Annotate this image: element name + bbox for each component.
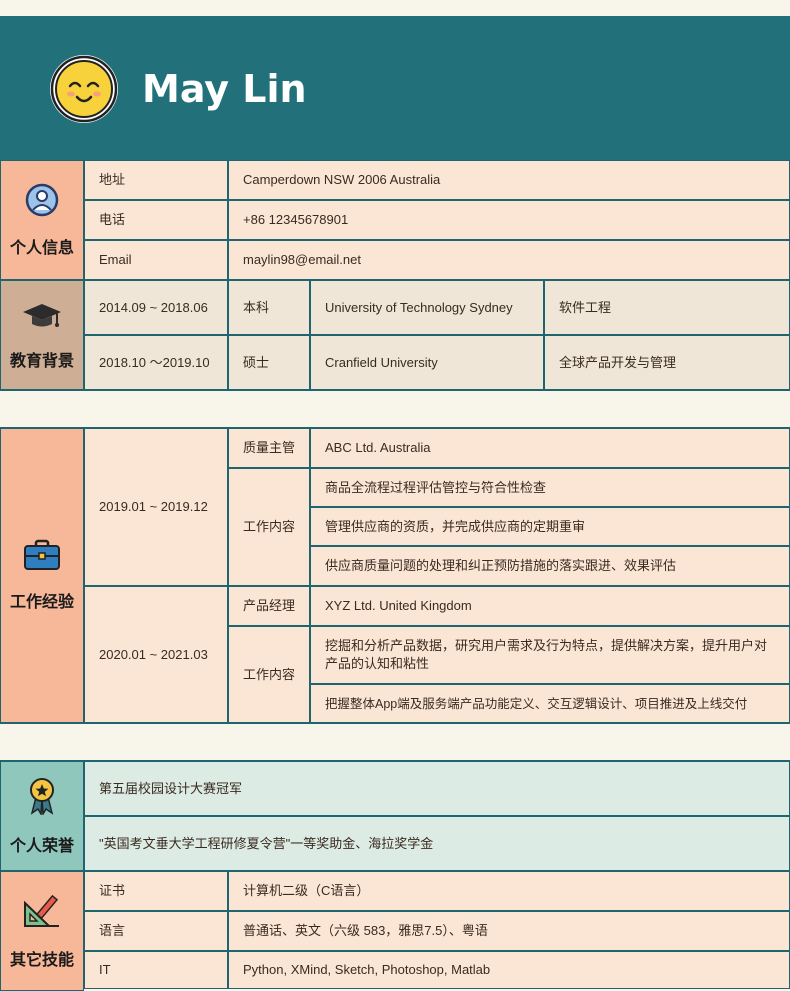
edu-period: 2014.09 ~ 2018.06: [84, 280, 228, 335]
phone-label: 电话: [84, 200, 228, 240]
header-banner: [0, 16, 790, 160]
edu-school: University of Technology Sydney: [310, 280, 544, 335]
job-duty: 供应商质量问题的处理和纠正预防措施的落实跟进、效果评估: [310, 546, 790, 586]
job-period: 2019.01 ~ 2019.12: [84, 428, 228, 586]
user-icon: [25, 183, 59, 222]
work-category: 工作经验: [0, 428, 84, 723]
honor-item: 第五届校园设计大赛冠军: [84, 761, 790, 816]
email-label: Email: [84, 240, 228, 280]
job-duty: 挖掘和分析产品数据，研究用户需求及行为特点，提供解决方案，提升用户对产品的认知和…: [310, 626, 790, 684]
skill-label: 证书: [84, 871, 228, 911]
section-spacer: [0, 390, 790, 428]
profile-name: May Lin: [142, 67, 307, 111]
edu-school: Cranfield University: [310, 335, 544, 390]
personal-info-category: 个人信息: [0, 160, 84, 280]
honors-category: 个人荣誉: [0, 761, 84, 871]
edu-degree: 本科: [228, 280, 310, 335]
medal-icon: [27, 777, 57, 820]
job-company: ABC Ltd. Australia: [310, 428, 790, 468]
honor-item: "英国考文垂大学工程研修夏令营"一等奖助金、海拉奖学金: [84, 816, 790, 871]
edu-major: 全球产品开发与管理: [544, 335, 790, 390]
job-period: 2020.01 ~ 2021.03: [84, 586, 228, 723]
job-title: 产品经理: [228, 586, 310, 626]
job-title: 质量主管: [228, 428, 310, 468]
address-value: Camperdown NSW 2006 Australia: [228, 160, 790, 200]
section-spacer: [0, 723, 790, 761]
personal-info-title: 个人信息: [9, 239, 74, 257]
skills-title: 其它技能: [9, 951, 74, 969]
smiley-face-icon: [50, 55, 118, 123]
edu-major: 软件工程: [544, 280, 790, 335]
email-value: maylin98@email.net: [228, 240, 790, 280]
skill-value: 普通话、英文（六级 583，雅思7.5）、粤语: [228, 911, 790, 951]
skill-value: Python, XMind, Sketch, Photoshop, Matlab: [228, 951, 790, 989]
edu-period: 2018.10 ～2019.10: [84, 335, 228, 390]
phone-value: +86 12345678901: [228, 200, 790, 240]
job-content-label: 工作内容: [228, 468, 310, 586]
job-company: XYZ Ltd. United Kingdom: [310, 586, 790, 626]
job-duty: 把握整体App端及服务端产品功能定义、交互逻辑设计、项目推进及上线交付: [310, 684, 790, 723]
job-duty: 管理供应商的资质，并完成供应商的定期重审: [310, 507, 790, 546]
education-category: 教育背景: [0, 280, 84, 390]
edu-degree: 硕士: [228, 335, 310, 390]
graduation-cap-icon: [21, 300, 63, 335]
drawing-tools-icon: [22, 893, 62, 934]
honors-title: 个人荣誉: [9, 837, 74, 855]
briefcase-icon: [23, 539, 61, 576]
address-label: 地址: [84, 160, 228, 200]
skill-label: 语言: [84, 911, 228, 951]
work-title: 工作经验: [9, 594, 74, 611]
skill-label: IT: [84, 951, 228, 989]
job-duty: 商品全流程过程评估管控与符合性检查: [310, 468, 790, 507]
skills-category: 其它技能: [0, 871, 84, 991]
job-content-label: 工作内容: [228, 626, 310, 723]
skill-value: 计算机二级（C语言）: [228, 871, 790, 911]
education-title: 教育背景: [9, 352, 74, 370]
